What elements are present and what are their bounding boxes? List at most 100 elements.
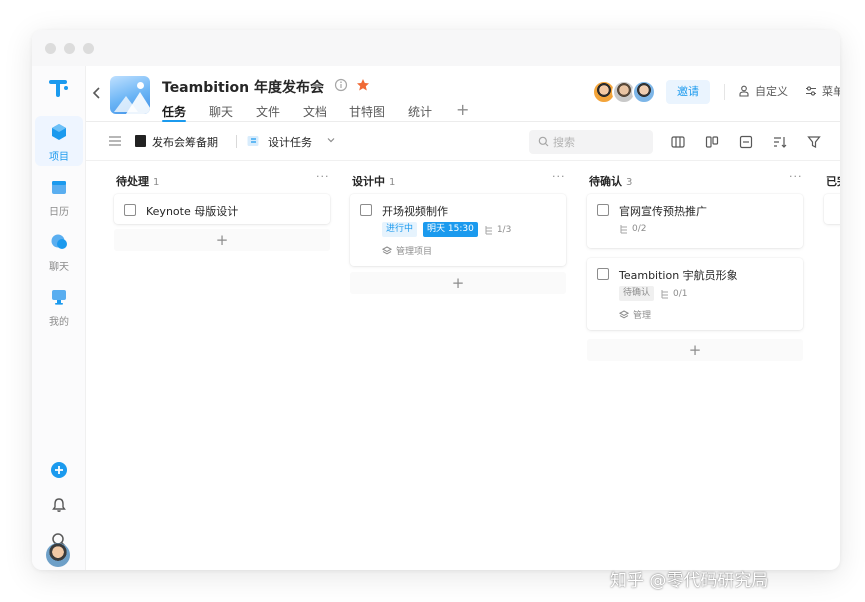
subtask-count: 0/1 bbox=[660, 289, 688, 299]
project-cover-image[interactable] bbox=[110, 76, 150, 114]
search-icon bbox=[538, 136, 549, 147]
tab-files[interactable]: 文件 bbox=[256, 103, 280, 120]
subtask-icon bbox=[485, 225, 492, 234]
star-icon[interactable] bbox=[356, 78, 370, 92]
tab-tasks[interactable]: 任务 bbox=[162, 103, 186, 120]
column-more-icon[interactable]: ··· bbox=[789, 170, 803, 183]
search-box[interactable] bbox=[529, 130, 653, 154]
bell-icon[interactable] bbox=[49, 495, 69, 515]
breadcrumb-divider bbox=[236, 135, 237, 148]
column-name: 待处理 bbox=[116, 175, 149, 188]
main-area: Teambition 年度发布会 任务 聊天 文件 文档 甘特图 统计 + 邀请… bbox=[86, 66, 840, 570]
column-header: 待确认 3 bbox=[589, 170, 633, 188]
info-icon[interactable] bbox=[334, 78, 348, 92]
status-badge: 进行中 bbox=[382, 222, 418, 237]
due-date-badge: 明天 15:30 bbox=[423, 222, 478, 237]
task-project: 管理项目 bbox=[382, 244, 432, 257]
chevron-down-icon[interactable] bbox=[326, 135, 336, 145]
task-card[interactable]: Keynote 母版设计 bbox=[114, 194, 330, 224]
sidebar-item-projects[interactable]: 项目 bbox=[35, 116, 83, 166]
layers-icon bbox=[619, 309, 629, 318]
column-name: 已完 bbox=[826, 175, 840, 188]
sliders-icon bbox=[806, 86, 816, 96]
board-toolbar: 发布会筹备期 设计任务 搜索 bbox=[86, 123, 840, 161]
title-dropdown-icon[interactable] bbox=[313, 84, 321, 89]
column-name: 设计中 bbox=[352, 175, 385, 188]
sidebar-item-label: 项目 bbox=[49, 152, 69, 163]
header-divider bbox=[724, 84, 725, 100]
breadcrumb-stage[interactable]: 发布会筹备期 bbox=[152, 134, 218, 150]
add-circle-icon[interactable] bbox=[49, 460, 69, 480]
add-task-button[interactable]: + bbox=[114, 229, 330, 251]
tab-docs[interactable]: 文档 bbox=[303, 103, 327, 120]
task-checkbox[interactable] bbox=[124, 204, 136, 216]
cube-icon bbox=[52, 124, 66, 140]
column-more-icon[interactable]: ··· bbox=[552, 170, 566, 183]
back-chevron-icon[interactable] bbox=[92, 86, 102, 100]
task-card[interactable] bbox=[824, 194, 840, 224]
collapse-icon[interactable] bbox=[738, 134, 754, 150]
title-bar bbox=[32, 30, 840, 66]
tab-chat[interactable]: 聊天 bbox=[209, 103, 233, 120]
task-title: Keynote 母版设计 bbox=[146, 205, 239, 218]
user-avatar[interactable] bbox=[46, 543, 70, 567]
board-view-icon[interactable] bbox=[704, 134, 720, 150]
task-checkbox[interactable] bbox=[597, 204, 609, 216]
column-count: 3 bbox=[626, 177, 633, 188]
task-card[interactable]: 官网宣传预热推广 0/2 bbox=[587, 194, 803, 248]
window-close-dot[interactable] bbox=[45, 43, 56, 54]
board-column: 已完 bbox=[818, 162, 840, 570]
sidebar-item-calendar[interactable]: 日历 bbox=[35, 171, 83, 221]
task-card[interactable]: Teambition 宇航员形象 待确认 0/1 管理 bbox=[587, 258, 803, 330]
sidebar-item-mine[interactable]: 我的 bbox=[35, 281, 83, 331]
stage-icon bbox=[135, 135, 146, 147]
window-minimize-dot[interactable] bbox=[64, 43, 75, 54]
invite-button[interactable]: 邀请 bbox=[666, 80, 710, 104]
watermark: 知乎 @零代码研究局 bbox=[610, 571, 769, 591]
window-maximize-dot[interactable] bbox=[83, 43, 94, 54]
sidebar-item-label: 聊天 bbox=[49, 262, 69, 273]
project-title[interactable]: Teambition 年度发布会 bbox=[162, 77, 324, 97]
tab-stats[interactable]: 统计 bbox=[408, 103, 432, 120]
column-view-icon[interactable] bbox=[670, 134, 686, 150]
customize-label: 自定义 bbox=[755, 85, 788, 98]
customize-button[interactable]: 自定义 bbox=[738, 83, 788, 99]
task-card[interactable]: 开场视频制作 进行中 明天 15:30 1/3 管理项目 bbox=[350, 194, 566, 266]
task-checkbox[interactable] bbox=[360, 204, 372, 216]
search-input[interactable] bbox=[553, 134, 645, 150]
sort-icon[interactable] bbox=[772, 134, 788, 150]
column-count: 1 bbox=[153, 177, 160, 188]
person-icon bbox=[739, 85, 749, 97]
sidebar-item-label: 我的 bbox=[49, 317, 69, 328]
sidebar-item-chat[interactable]: 聊天 bbox=[35, 226, 83, 276]
subtask-count: 1/3 bbox=[484, 225, 511, 235]
hamburger-icon[interactable] bbox=[108, 134, 122, 148]
column-header: 已完 bbox=[826, 170, 840, 188]
sidebar-item-label: 日历 bbox=[49, 207, 69, 218]
tab-gantt[interactable]: 甘特图 bbox=[349, 103, 385, 120]
filter-icon[interactable] bbox=[806, 134, 822, 150]
avatar[interactable] bbox=[632, 80, 656, 104]
task-title: Teambition 宇航员形象 bbox=[619, 269, 738, 282]
chat-icon bbox=[51, 234, 67, 249]
member-avatars[interactable] bbox=[592, 80, 662, 106]
column-count: 1 bbox=[389, 177, 396, 188]
add-task-button[interactable]: + bbox=[350, 272, 566, 294]
task-checkbox[interactable] bbox=[597, 268, 609, 280]
task-tags: 待确认 0/1 bbox=[619, 286, 688, 301]
subtask-icon bbox=[661, 289, 669, 298]
breadcrumb-task-group[interactable]: 设计任务 bbox=[268, 134, 312, 150]
active-tab-indicator bbox=[162, 120, 186, 122]
add-task-button[interactable]: + bbox=[587, 339, 803, 361]
column-more-icon[interactable]: ··· bbox=[316, 170, 330, 183]
task-tags: 进行中 明天 15:30 1/3 bbox=[382, 222, 511, 237]
add-tab-button[interactable]: + bbox=[456, 100, 469, 119]
menu-label: 菜单 bbox=[822, 85, 840, 98]
teambition-logo-icon[interactable] bbox=[47, 78, 69, 98]
column-header: 待处理 1 bbox=[116, 170, 160, 188]
menu-button[interactable]: 菜单 bbox=[805, 83, 840, 99]
board-column: 待处理 1 ··· Keynote 母版设计 + bbox=[108, 162, 330, 570]
task-group-icon bbox=[247, 136, 259, 146]
status-badge: 待确认 bbox=[619, 286, 655, 301]
subtask-icon bbox=[620, 225, 627, 234]
